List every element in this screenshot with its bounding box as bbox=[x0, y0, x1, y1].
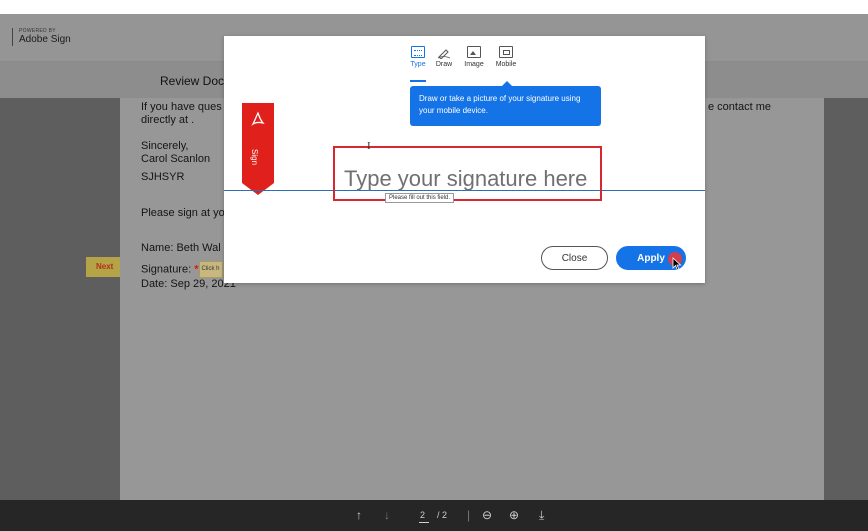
validation-tooltip: Please fill out this field. bbox=[385, 193, 455, 203]
active-tab-indicator bbox=[410, 80, 426, 82]
mouse-pointer-icon bbox=[672, 257, 682, 271]
tab-mobile[interactable]: Mobile bbox=[489, 46, 523, 68]
sign-ribbon: Sign bbox=[242, 103, 274, 195]
text-cursor-icon: I bbox=[367, 140, 371, 152]
arrow-down-icon[interactable]: ↓ bbox=[384, 508, 390, 522]
signature-dialog: Type Draw Image Mobile Draw or take a pi… bbox=[224, 36, 705, 283]
signature-field[interactable]: Click h bbox=[198, 261, 223, 278]
page-current[interactable]: 2 bbox=[420, 510, 425, 520]
download-icon[interactable]: ⤓ bbox=[539, 508, 544, 523]
pen-draw-icon bbox=[437, 46, 451, 60]
toolbar-divider: | bbox=[467, 508, 471, 522]
doc-date-line: Date: Sep 29, 2021 bbox=[141, 278, 236, 291]
tab-image[interactable]: Image bbox=[457, 46, 491, 68]
mobile-icon bbox=[499, 46, 513, 58]
tab-draw[interactable]: Draw bbox=[427, 46, 461, 68]
close-button[interactable]: Close bbox=[541, 246, 608, 270]
next-field-button[interactable]: Next bbox=[86, 257, 120, 277]
review-title: Review Docu bbox=[160, 74, 231, 88]
doc-line-1-right: e contact me bbox=[708, 101, 771, 113]
tab-mobile-label: Mobile bbox=[495, 61, 517, 68]
keyboard-icon bbox=[411, 46, 425, 58]
doc-code: SJHSYR bbox=[141, 171, 185, 183]
doc-sender: Carol Scanlon bbox=[141, 153, 211, 165]
zoom-in-icon[interactable]: ⊕ bbox=[509, 508, 519, 522]
bottom-toolbar: ↑ ↓ 2 / 2 | ⊖ ⊕ ⤓ bbox=[0, 500, 868, 531]
doc-signature-line: Signature: * Click h bbox=[141, 261, 223, 278]
doc-name-line: Name: Beth Wal bbox=[141, 242, 221, 254]
signature-label: Signature: bbox=[141, 263, 192, 276]
page-total: / 2 bbox=[437, 510, 448, 520]
adobe-sign-logo: POWERED BY Adobe Sign bbox=[12, 28, 71, 46]
brand-name: Adobe Sign bbox=[19, 34, 71, 45]
arrow-up-icon[interactable]: ↑ bbox=[356, 508, 362, 522]
doc-line-2: directly at . bbox=[141, 114, 195, 126]
doc-sincerely: Sincerely, bbox=[141, 140, 189, 152]
tab-draw-label: Draw bbox=[435, 61, 453, 68]
page-input-underline bbox=[419, 522, 429, 523]
signature-input[interactable] bbox=[344, 164, 594, 194]
ribbon-sign-label: Sign bbox=[250, 149, 259, 166]
date-label: Date: bbox=[141, 278, 168, 290]
adobe-acrobat-icon bbox=[250, 111, 266, 127]
image-icon bbox=[467, 46, 481, 58]
doc-line-1: If you have ques bbox=[141, 101, 222, 113]
top-strip bbox=[0, 0, 868, 14]
tab-image-label: Image bbox=[464, 61, 484, 68]
doc-please-sign: Please sign at yo bbox=[141, 207, 225, 219]
zoom-out-icon[interactable]: ⊖ bbox=[482, 508, 492, 522]
mobile-tooltip: Draw or take a picture of your signature… bbox=[410, 81, 601, 126]
